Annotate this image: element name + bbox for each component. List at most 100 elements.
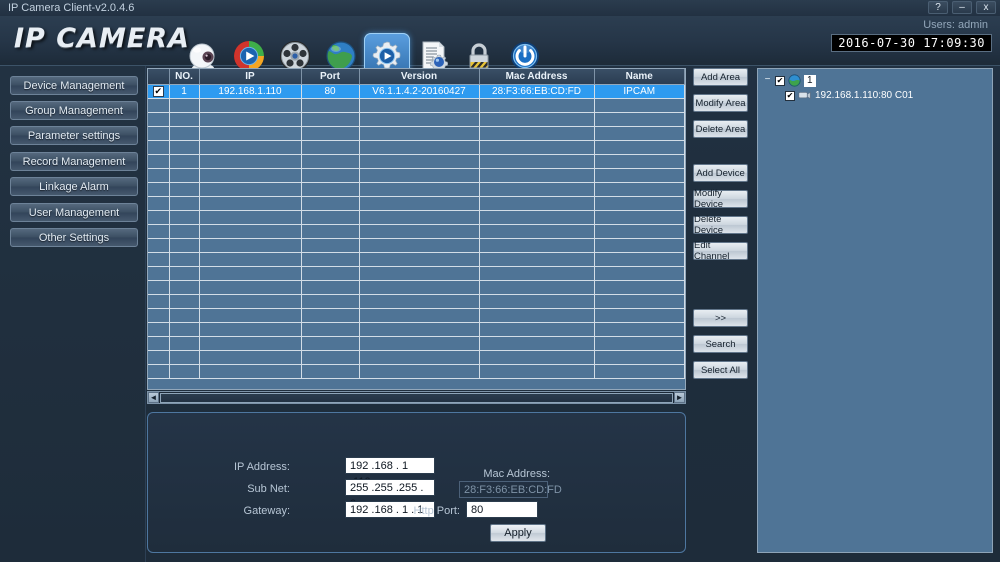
cell-empty bbox=[594, 308, 685, 323]
tree-root-node[interactable]: − ✔ 1 bbox=[763, 73, 987, 88]
ip-address-label: IP Address: bbox=[233, 461, 290, 473]
cell-empty bbox=[148, 336, 170, 351]
table-row-empty[interactable] bbox=[148, 126, 685, 141]
help-button[interactable]: ? bbox=[928, 1, 948, 14]
sidebar-item-user-management[interactable]: User Management bbox=[10, 203, 138, 222]
http-port-input[interactable]: 80 bbox=[466, 501, 538, 518]
cell-empty bbox=[169, 140, 200, 155]
cell-empty bbox=[169, 196, 200, 211]
modify-area-button[interactable]: Modify Area bbox=[693, 94, 748, 112]
window-controls: ? – x bbox=[928, 1, 996, 14]
subnet-input[interactable]: 255 .255 .255 . 0 bbox=[345, 479, 435, 510]
tree-child-checkbox[interactable]: ✔ bbox=[785, 90, 795, 101]
scroll-thumb[interactable] bbox=[160, 392, 673, 403]
table-row-empty[interactable] bbox=[148, 196, 685, 211]
sidebar-item-linkage-alarm[interactable]: Linkage Alarm bbox=[10, 177, 138, 196]
delete-device-button[interactable]: Delete Device bbox=[693, 214, 748, 236]
table-row-empty[interactable] bbox=[148, 364, 685, 379]
column-header-ip[interactable]: IP bbox=[199, 69, 302, 85]
sidebar-item-group-management[interactable]: Group Management bbox=[10, 101, 138, 120]
column-header-checkbox[interactable] bbox=[148, 69, 170, 85]
table-row-empty[interactable] bbox=[148, 210, 685, 225]
apply-button[interactable]: Apply bbox=[490, 524, 546, 542]
select-all-button[interactable]: Select All bbox=[693, 361, 748, 379]
table-horizontal-scrollbar[interactable]: ◄ ► bbox=[147, 391, 686, 404]
row-checkbox-cell[interactable]: ✔ bbox=[148, 84, 170, 99]
cell-empty bbox=[148, 294, 170, 309]
table-row-empty[interactable] bbox=[148, 252, 685, 267]
column-header-no[interactable]: NO. bbox=[169, 69, 200, 85]
column-header-port[interactable]: Port bbox=[301, 69, 360, 85]
cell-empty bbox=[199, 196, 302, 211]
cell-empty bbox=[148, 210, 170, 225]
table-row[interactable]: ✔ 1 192.168.1.110 80 V6.1.1.4.2-20160427 28:F… bbox=[148, 84, 685, 99]
table-row-empty[interactable] bbox=[148, 154, 685, 169]
cell-empty bbox=[359, 196, 480, 211]
device-tree-panel[interactable]: − ✔ 1 ✔ 192.168.1.110:80 C01 bbox=[757, 68, 993, 553]
scroll-right-arrow-icon[interactable]: ► bbox=[674, 392, 685, 403]
table-row-empty[interactable] bbox=[148, 140, 685, 155]
table-row-empty[interactable] bbox=[148, 112, 685, 127]
cell-empty bbox=[301, 322, 360, 337]
minimize-button[interactable]: – bbox=[952, 1, 972, 14]
cell-empty bbox=[169, 224, 200, 239]
sidebar-item-device-management[interactable]: Device Management bbox=[10, 76, 138, 95]
cell-empty bbox=[199, 252, 302, 267]
cell-empty bbox=[359, 168, 480, 183]
delete-area-button[interactable]: Delete Area bbox=[693, 120, 748, 138]
table-row-empty[interactable] bbox=[148, 266, 685, 281]
cell-empty bbox=[199, 126, 302, 141]
tree-root-checkbox[interactable]: ✔ bbox=[775, 75, 785, 86]
cell-empty bbox=[169, 364, 200, 379]
table-row-empty[interactable] bbox=[148, 308, 685, 323]
table-row-empty[interactable] bbox=[148, 238, 685, 253]
table-row-empty[interactable] bbox=[148, 224, 685, 239]
cell-empty bbox=[479, 154, 595, 169]
sidebar-item-parameter-settings[interactable]: Parameter settings bbox=[10, 126, 138, 145]
cell-empty bbox=[594, 322, 685, 337]
close-button[interactable]: x bbox=[976, 1, 996, 14]
table-row-empty[interactable] bbox=[148, 336, 685, 351]
add-area-button[interactable]: Add Area bbox=[693, 68, 748, 86]
table-row-empty[interactable] bbox=[148, 280, 685, 295]
sidebar-item-record-management[interactable]: Record Management bbox=[10, 152, 138, 171]
column-header-mac[interactable]: Mac Address bbox=[479, 69, 595, 85]
cell-empty bbox=[594, 210, 685, 225]
cell-empty bbox=[359, 364, 480, 379]
table-row-empty[interactable] bbox=[148, 98, 685, 113]
cell-empty bbox=[301, 210, 360, 225]
table-row-empty[interactable] bbox=[148, 168, 685, 183]
forward-button[interactable]: >> bbox=[693, 309, 748, 327]
cell-empty bbox=[479, 294, 595, 309]
sidebar-item-other-settings[interactable]: Other Settings bbox=[10, 228, 138, 247]
table-row-empty[interactable] bbox=[148, 322, 685, 337]
column-header-name[interactable]: Name bbox=[594, 69, 685, 85]
tree-child-node[interactable]: ✔ 192.168.1.110:80 C01 bbox=[785, 88, 987, 103]
scroll-left-arrow-icon[interactable]: ◄ bbox=[148, 392, 159, 403]
cell-empty bbox=[199, 364, 302, 379]
cell-empty bbox=[199, 350, 302, 365]
cell-empty bbox=[594, 112, 685, 127]
ip-address-input[interactable]: 192 .168 . 1 .110 bbox=[345, 457, 435, 488]
cell-empty bbox=[148, 364, 170, 379]
tree-collapse-toggle-icon[interactable]: − bbox=[763, 75, 772, 85]
action-button-panel: Add Area Modify Area Delete Area Add Dev… bbox=[693, 68, 751, 388]
table-row-empty[interactable] bbox=[148, 294, 685, 309]
device-table[interactable]: NO. IP Port Version Mac Address Name ✔ 1 1… bbox=[147, 68, 686, 390]
cell-empty bbox=[169, 322, 200, 337]
tree-root-label: 1 bbox=[804, 74, 816, 87]
modify-device-button[interactable]: Modify Device bbox=[693, 188, 748, 210]
cell-empty bbox=[301, 266, 360, 281]
cell-empty bbox=[359, 98, 480, 113]
table-row-empty[interactable] bbox=[148, 182, 685, 197]
cell-empty bbox=[594, 266, 685, 281]
add-device-button[interactable]: Add Device bbox=[693, 164, 748, 182]
cell-empty bbox=[594, 140, 685, 155]
row-checkbox[interactable]: ✔ bbox=[152, 85, 164, 97]
cell-empty bbox=[301, 196, 360, 211]
table-row-empty[interactable] bbox=[148, 350, 685, 365]
column-header-version[interactable]: Version bbox=[359, 69, 480, 85]
edit-channel-button[interactable]: Edit Channel bbox=[693, 240, 748, 262]
cell-empty bbox=[199, 280, 302, 295]
search-button[interactable]: Search bbox=[693, 335, 748, 353]
